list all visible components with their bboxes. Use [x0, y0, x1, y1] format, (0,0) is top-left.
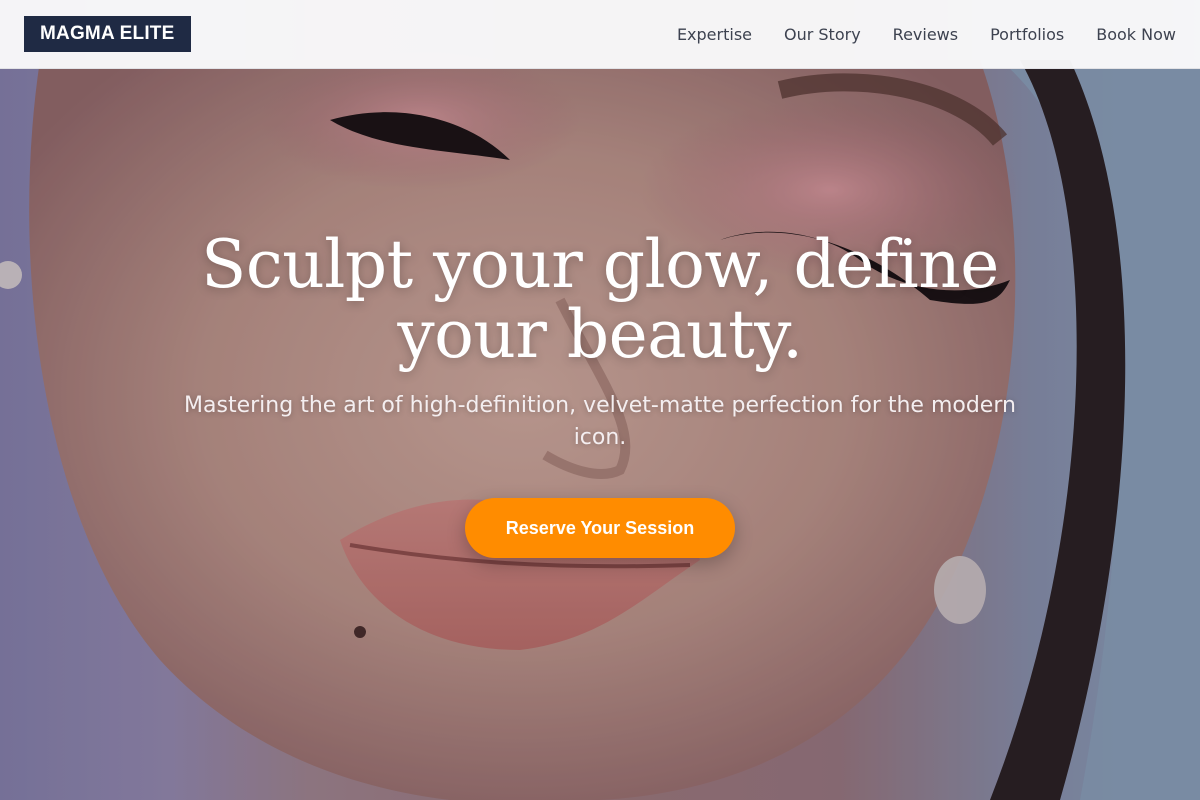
nav-links: Expertise Our Story Reviews Portfolios B… — [677, 25, 1176, 44]
top-navbar: MAGMA ELITE Expertise Our Story Reviews … — [0, 0, 1200, 69]
brand-logo[interactable]: MAGMA ELITE — [24, 16, 191, 52]
nav-link-expertise[interactable]: Expertise — [677, 25, 752, 44]
reserve-session-button[interactable]: Reserve Your Session — [465, 498, 735, 558]
hero-subtitle: Mastering the art of high-definition, ve… — [184, 393, 1016, 450]
nav-link-portfolios[interactable]: Portfolios — [990, 25, 1064, 44]
hero-title: Sculpt your glow, define your beauty. — [201, 226, 999, 373]
nav-link-book-now[interactable]: Book Now — [1096, 25, 1176, 44]
nav-link-our-story[interactable]: Our Story — [784, 25, 861, 44]
hero-section: Sculpt your glow, define your beauty. Ma… — [0, 230, 1200, 558]
nav-link-reviews[interactable]: Reviews — [893, 25, 958, 44]
